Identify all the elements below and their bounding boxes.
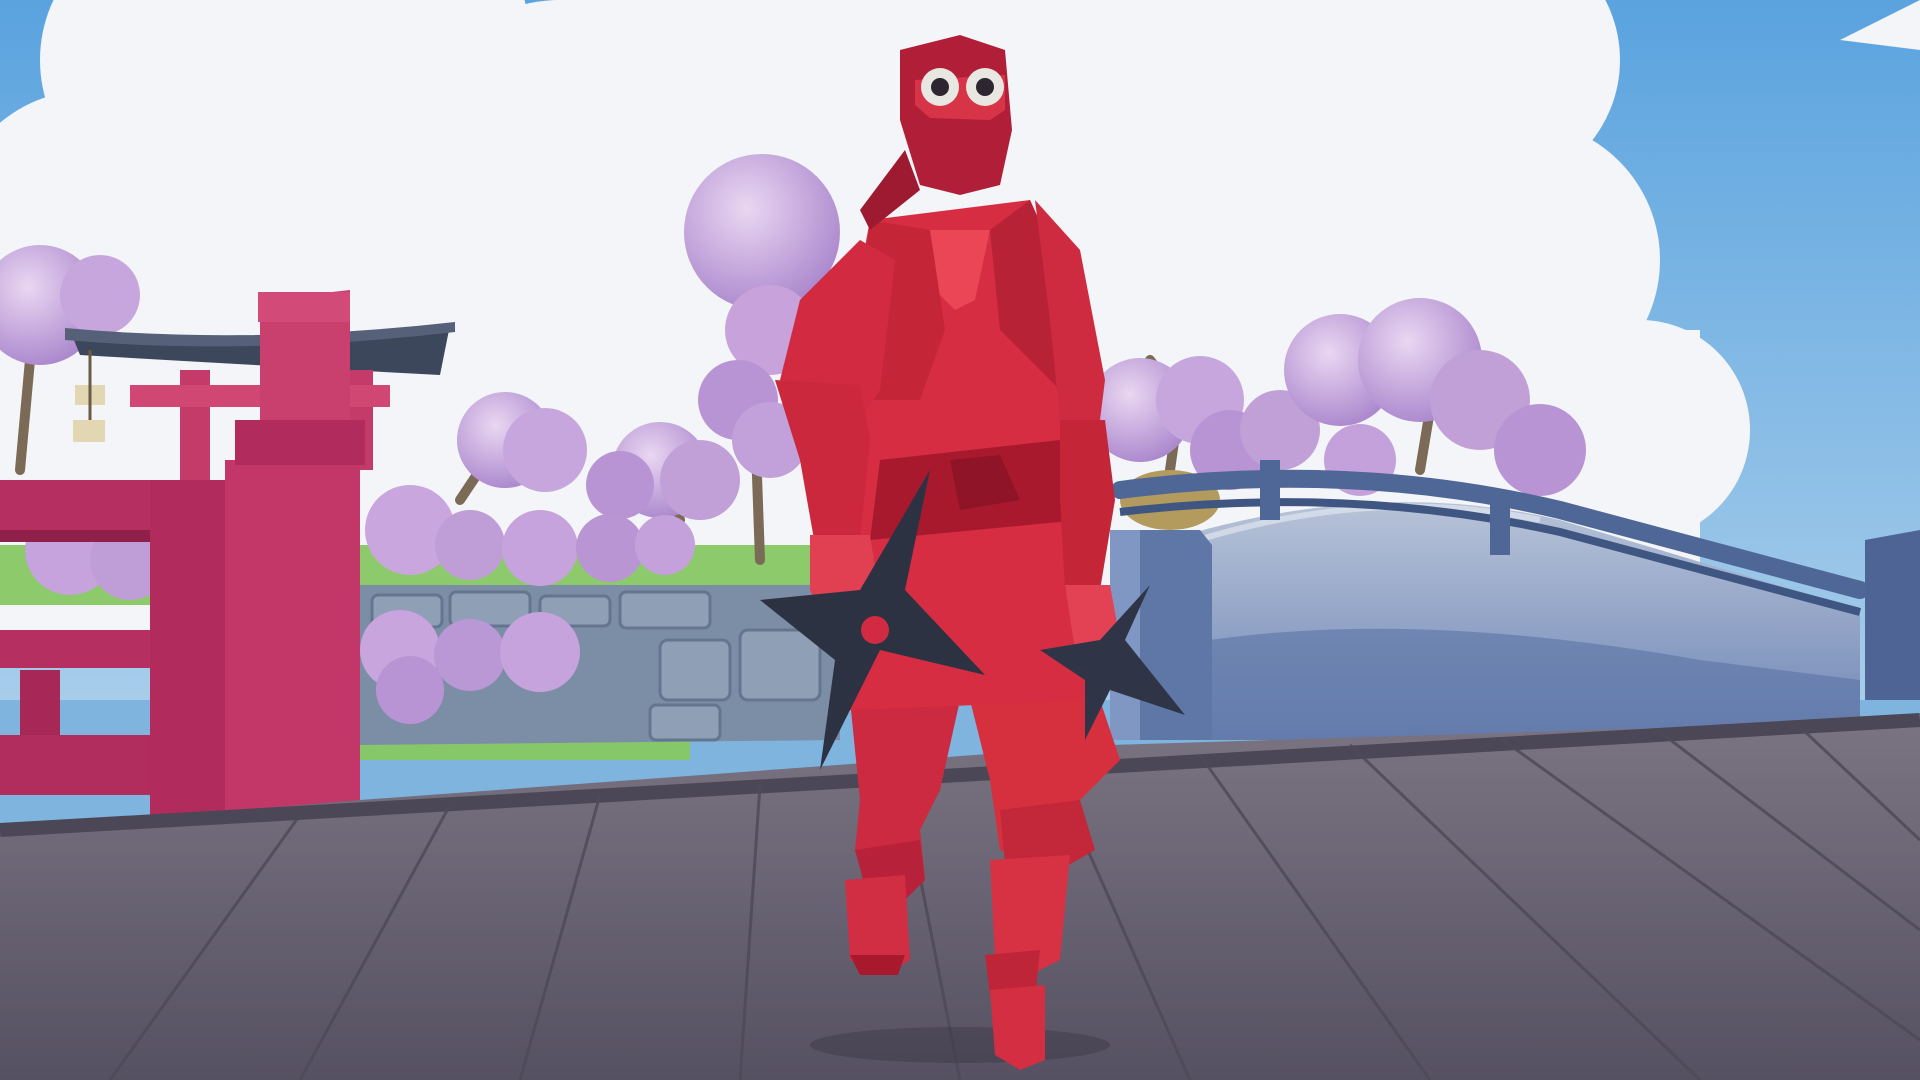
scene-render	[0, 0, 1920, 1080]
game-viewport[interactable]	[0, 0, 1920, 1080]
